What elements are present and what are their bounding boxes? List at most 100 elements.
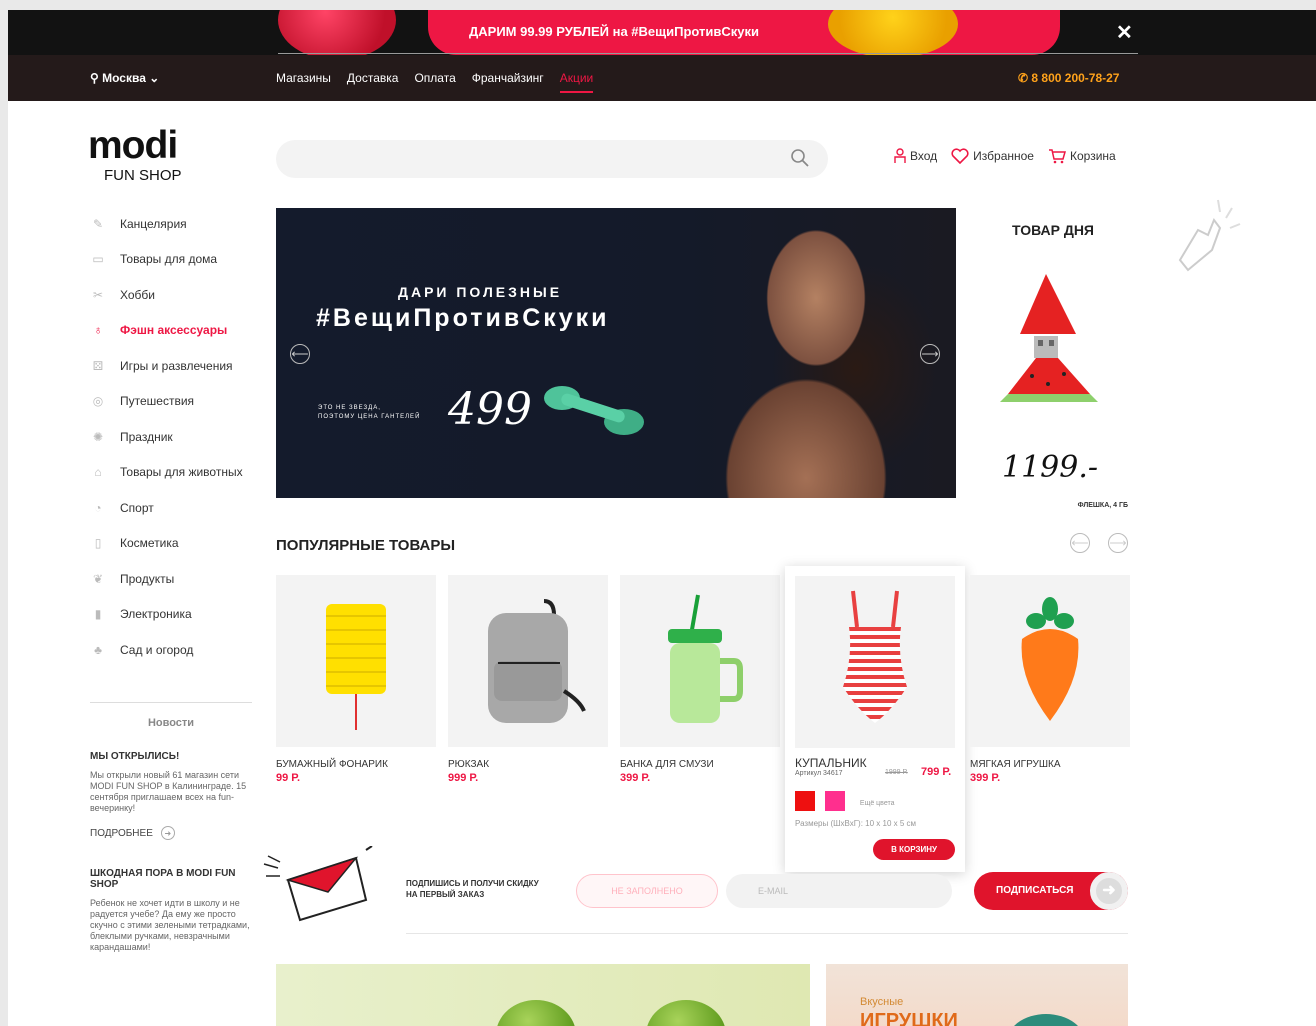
logo-sub: FUN SHOP [104,167,182,184]
banner-price: 499 [448,384,532,435]
category-travel[interactable]: ◎ Путешествия [90,384,260,420]
party-icon: ✺ [92,429,104,444]
product-card[interactable]: БАНКА ДЛЯ СМУЗИ 399 Р. [620,575,780,784]
product-name[interactable]: МЯГКАЯ ИГРУШКА [970,759,1130,770]
page: ДАРИМ 99.99 РУБЛЕЙ на #ВещиПротивСкуки ✕… [8,10,1316,1026]
toy-image [1006,1014,1086,1026]
nav-link-promotions[interactable]: Акции [559,71,594,93]
search-icon[interactable] [790,148,810,173]
bottle-icon: ▮ [94,607,102,622]
login-label: Вход [910,149,938,163]
nav-links: Магазины Доставка Оплата Франчайзинг Акц… [276,71,594,93]
category-label: Электроника [120,607,192,622]
pencil-icon: ✎ [92,216,104,231]
pet-icon: ⌂ [94,465,102,480]
color-swatch-red[interactable] [795,791,815,811]
close-icon[interactable]: ✕ [1116,20,1133,45]
category-fashion[interactable]: ♁ Фэшн аксессуары [90,313,260,349]
bottom-banner-apples[interactable] [276,964,810,1026]
cart-link[interactable]: Корзина [1048,148,1116,164]
category-electronics[interactable]: ▮ Электроника [90,597,260,633]
product-name[interactable]: БАНКА ДЛЯ СМУЗИ [620,759,780,770]
product-price: 799 Р. [921,766,952,778]
product-card[interactable]: БУМАЖНЫЙ ФОНАРИК 99 Р. [276,575,436,784]
promo-pill[interactable]: ДАРИМ 99.99 РУБЛЕЙ на #ВещиПротивСкуки [428,10,1060,55]
category-label: Сад и огород [120,642,194,657]
apple-image [496,1000,576,1026]
product-old-price: 1999 Р. [885,769,908,776]
category-label: Игры и развлечения [120,358,233,373]
bottom-banner-toys[interactable]: Вкусные ИГРУШКИ [826,964,1128,1026]
phone-link[interactable]: ✆ 8 800 200-78-27 [1018,71,1119,85]
product-image-jar [620,575,780,747]
product-card[interactable]: РЮКЗАК 999 Р. [448,575,608,784]
product-name[interactable]: БУМАЖНЫЙ ФОНАРИК [276,759,436,770]
product-card-hover[interactable]: КУПАЛЬНИК Артикул 34617 1999 Р. 799 Р. Е… [785,566,965,872]
arrow-left-icon: ⟵ [291,347,309,361]
promo-decoration [278,10,396,55]
more-colors-link[interactable]: Ещё цвета [860,800,895,807]
toys-banner-title: ИГРУШКИ [860,1010,958,1026]
arrow-right-icon: ➜ [1090,872,1128,910]
subscribe-button[interactable]: ПОДПИСАТЬСЯ ➜ [974,872,1128,910]
nav-link-payment[interactable]: Оплата [414,71,455,93]
news-title: Новости [147,717,195,729]
product-price: 99 Р. [276,772,301,784]
top-nav: ⚲ Москва ⌄ Магазины Доставка Оплата Фран… [8,55,1316,101]
category-sport[interactable]: ◔ Спорт [90,490,260,526]
news-more-link[interactable]: ПОДРОБНЕЕ ➜ [90,826,252,840]
hero-banner[interactable]: ДАРИ ПОЛЕЗНЫЕ #ВещиПротивСкуки ЭТО НЕ ЗВ… [276,208,956,498]
product-of-day-price: 1199.- [1002,450,1099,485]
category-pets[interactable]: ⌂ Товары для животных [90,455,260,491]
product-image-swimsuit [795,576,955,748]
category-holiday[interactable]: ✺ Праздник [90,419,260,455]
arrow-right-icon: ➜ [160,826,175,840]
category-home[interactable]: ▭ Товары для дома [90,242,260,278]
search-input[interactable] [276,140,828,178]
login-link[interactable]: Вход [894,148,937,164]
news-heading[interactable]: ШКОДНАЯ ПОРА В MODI FUN SHOP [90,868,252,890]
category-games[interactable]: ⚄ Игры и развлечения [90,348,260,384]
category-garden[interactable]: ♣ Сад и огород [90,632,260,668]
banner-small-line: ПОЭТОМУ ЦЕНА ГАНТЕЛЕЙ [318,414,421,420]
globe-icon: ◎ [92,394,104,409]
city-selector[interactable]: ⚲ Москва ⌄ [90,71,159,85]
product-of-day-caption: ФЛЕШКА, 4 ГБ [1077,502,1128,509]
category-stationery[interactable]: ✎ Канцелярия [90,206,260,242]
category-label: Спорт [120,500,154,515]
logo[interactable]: modi FUN SHOP [88,126,198,186]
chevron-down-icon: ⌄ [149,71,160,85]
name-field[interactable]: НЕ ЗАПОЛНЕНО [576,874,718,908]
nav-link-stores[interactable]: Магазины [276,71,331,93]
divider [278,53,1138,54]
phone-number: 8 800 200-78-27 [1031,71,1120,85]
popular-title: ПОПУЛЯРНЫЕ ТОВАРЫ [276,537,456,554]
category-hobby[interactable]: ✂ Хобби [90,277,260,313]
product-of-day[interactable]: ТОВАР ДНЯ 1199.- ФЛЕШКА, 4 ГБ [978,222,1128,509]
category-label: Косметика [120,536,179,551]
color-swatch-pink[interactable] [825,791,846,811]
category-cosmetics[interactable]: ▯ Косметика [90,526,260,562]
category-food[interactable]: ❦ Продукты [90,561,260,597]
scissors-icon: ✂ [92,287,104,302]
envelope-icon [263,846,373,922]
category-label: Товары для дома [120,252,218,267]
arrow-right-icon: ⟶ [921,347,939,361]
banner-prev-button[interactable]: ⟵ [290,344,310,364]
promo-bar[interactable]: ДАРИМ 99.99 РУБЛЕЙ на #ВещиПротивСкуки ✕ [8,10,1316,55]
product-card[interactable]: МЯГКАЯ ИГРУШКА 399 Р. [970,575,1130,784]
news-heading[interactable]: МЫ ОТКРЫЛИСЬ! [90,751,252,762]
email-field[interactable]: E-MAIL [726,874,952,908]
product-name[interactable]: РЮКЗАК [448,759,608,770]
banner-next-button[interactable]: ⟶ [920,344,940,364]
category-label: Путешествия [120,394,195,409]
favorites-link[interactable]: Избранное [951,148,1034,164]
nav-link-delivery[interactable]: Доставка [347,71,399,93]
promo-text[interactable]: ДАРИМ 99.99 РУБЛЕЙ на #ВещиПротивСкуки [428,24,800,39]
category-label: Канцелярия [120,216,187,231]
cart-label: Корзина [1069,149,1116,163]
popular-prev-button[interactable]: ⟵ [1070,533,1090,553]
popular-next-button[interactable]: ⟶ [1108,533,1128,553]
add-to-cart-button[interactable]: В КОРЗИНУ [873,839,955,860]
nav-link-franchise[interactable]: Франчайзинг [472,71,544,93]
